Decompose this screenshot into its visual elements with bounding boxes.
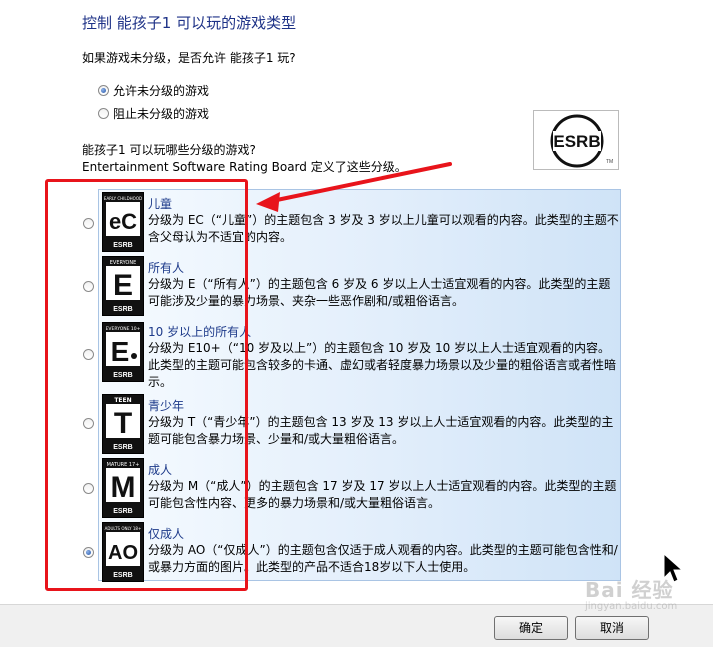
block-unrated-radio[interactable]: [98, 108, 109, 119]
esrb-logo: ESRB TM: [533, 110, 619, 170]
cancel-button[interactable]: 取消: [575, 616, 649, 640]
page-title: 控制 能孩子1 可以玩的游戏类型: [82, 14, 297, 32]
watermark-sub: jingyan.baidu.com: [585, 601, 678, 612]
ratings-question: 能孩子1 可以玩哪些分级的游戏? Entertainment Software …: [82, 142, 407, 176]
ratings-question-line2: Entertainment Software Rating Board 定义了这…: [82, 160, 407, 174]
watermark-main: Bai 经验: [585, 578, 674, 602]
ratings-question-line1: 能孩子1 可以玩哪些分级的游戏?: [82, 143, 256, 157]
esrb-logo-text: ESRB: [553, 132, 600, 151]
svg-text:TM: TM: [606, 159, 613, 165]
ok-button[interactable]: 确定: [494, 616, 568, 640]
allow-unrated-label[interactable]: 允许未分级的游戏: [113, 82, 209, 99]
mouse-cursor-icon: [663, 552, 682, 583]
block-unrated-label[interactable]: 阻止未分级的游戏: [113, 105, 209, 122]
unrated-question: 如果游戏未分级，是否允许 能孩子1 玩?: [82, 51, 296, 65]
highlight-outline: [45, 179, 248, 591]
block-unrated-option[interactable]: 阻止未分级的游戏: [98, 105, 209, 122]
allow-unrated-radio[interactable]: [98, 85, 109, 96]
allow-unrated-option[interactable]: 允许未分级的游戏: [98, 82, 209, 99]
